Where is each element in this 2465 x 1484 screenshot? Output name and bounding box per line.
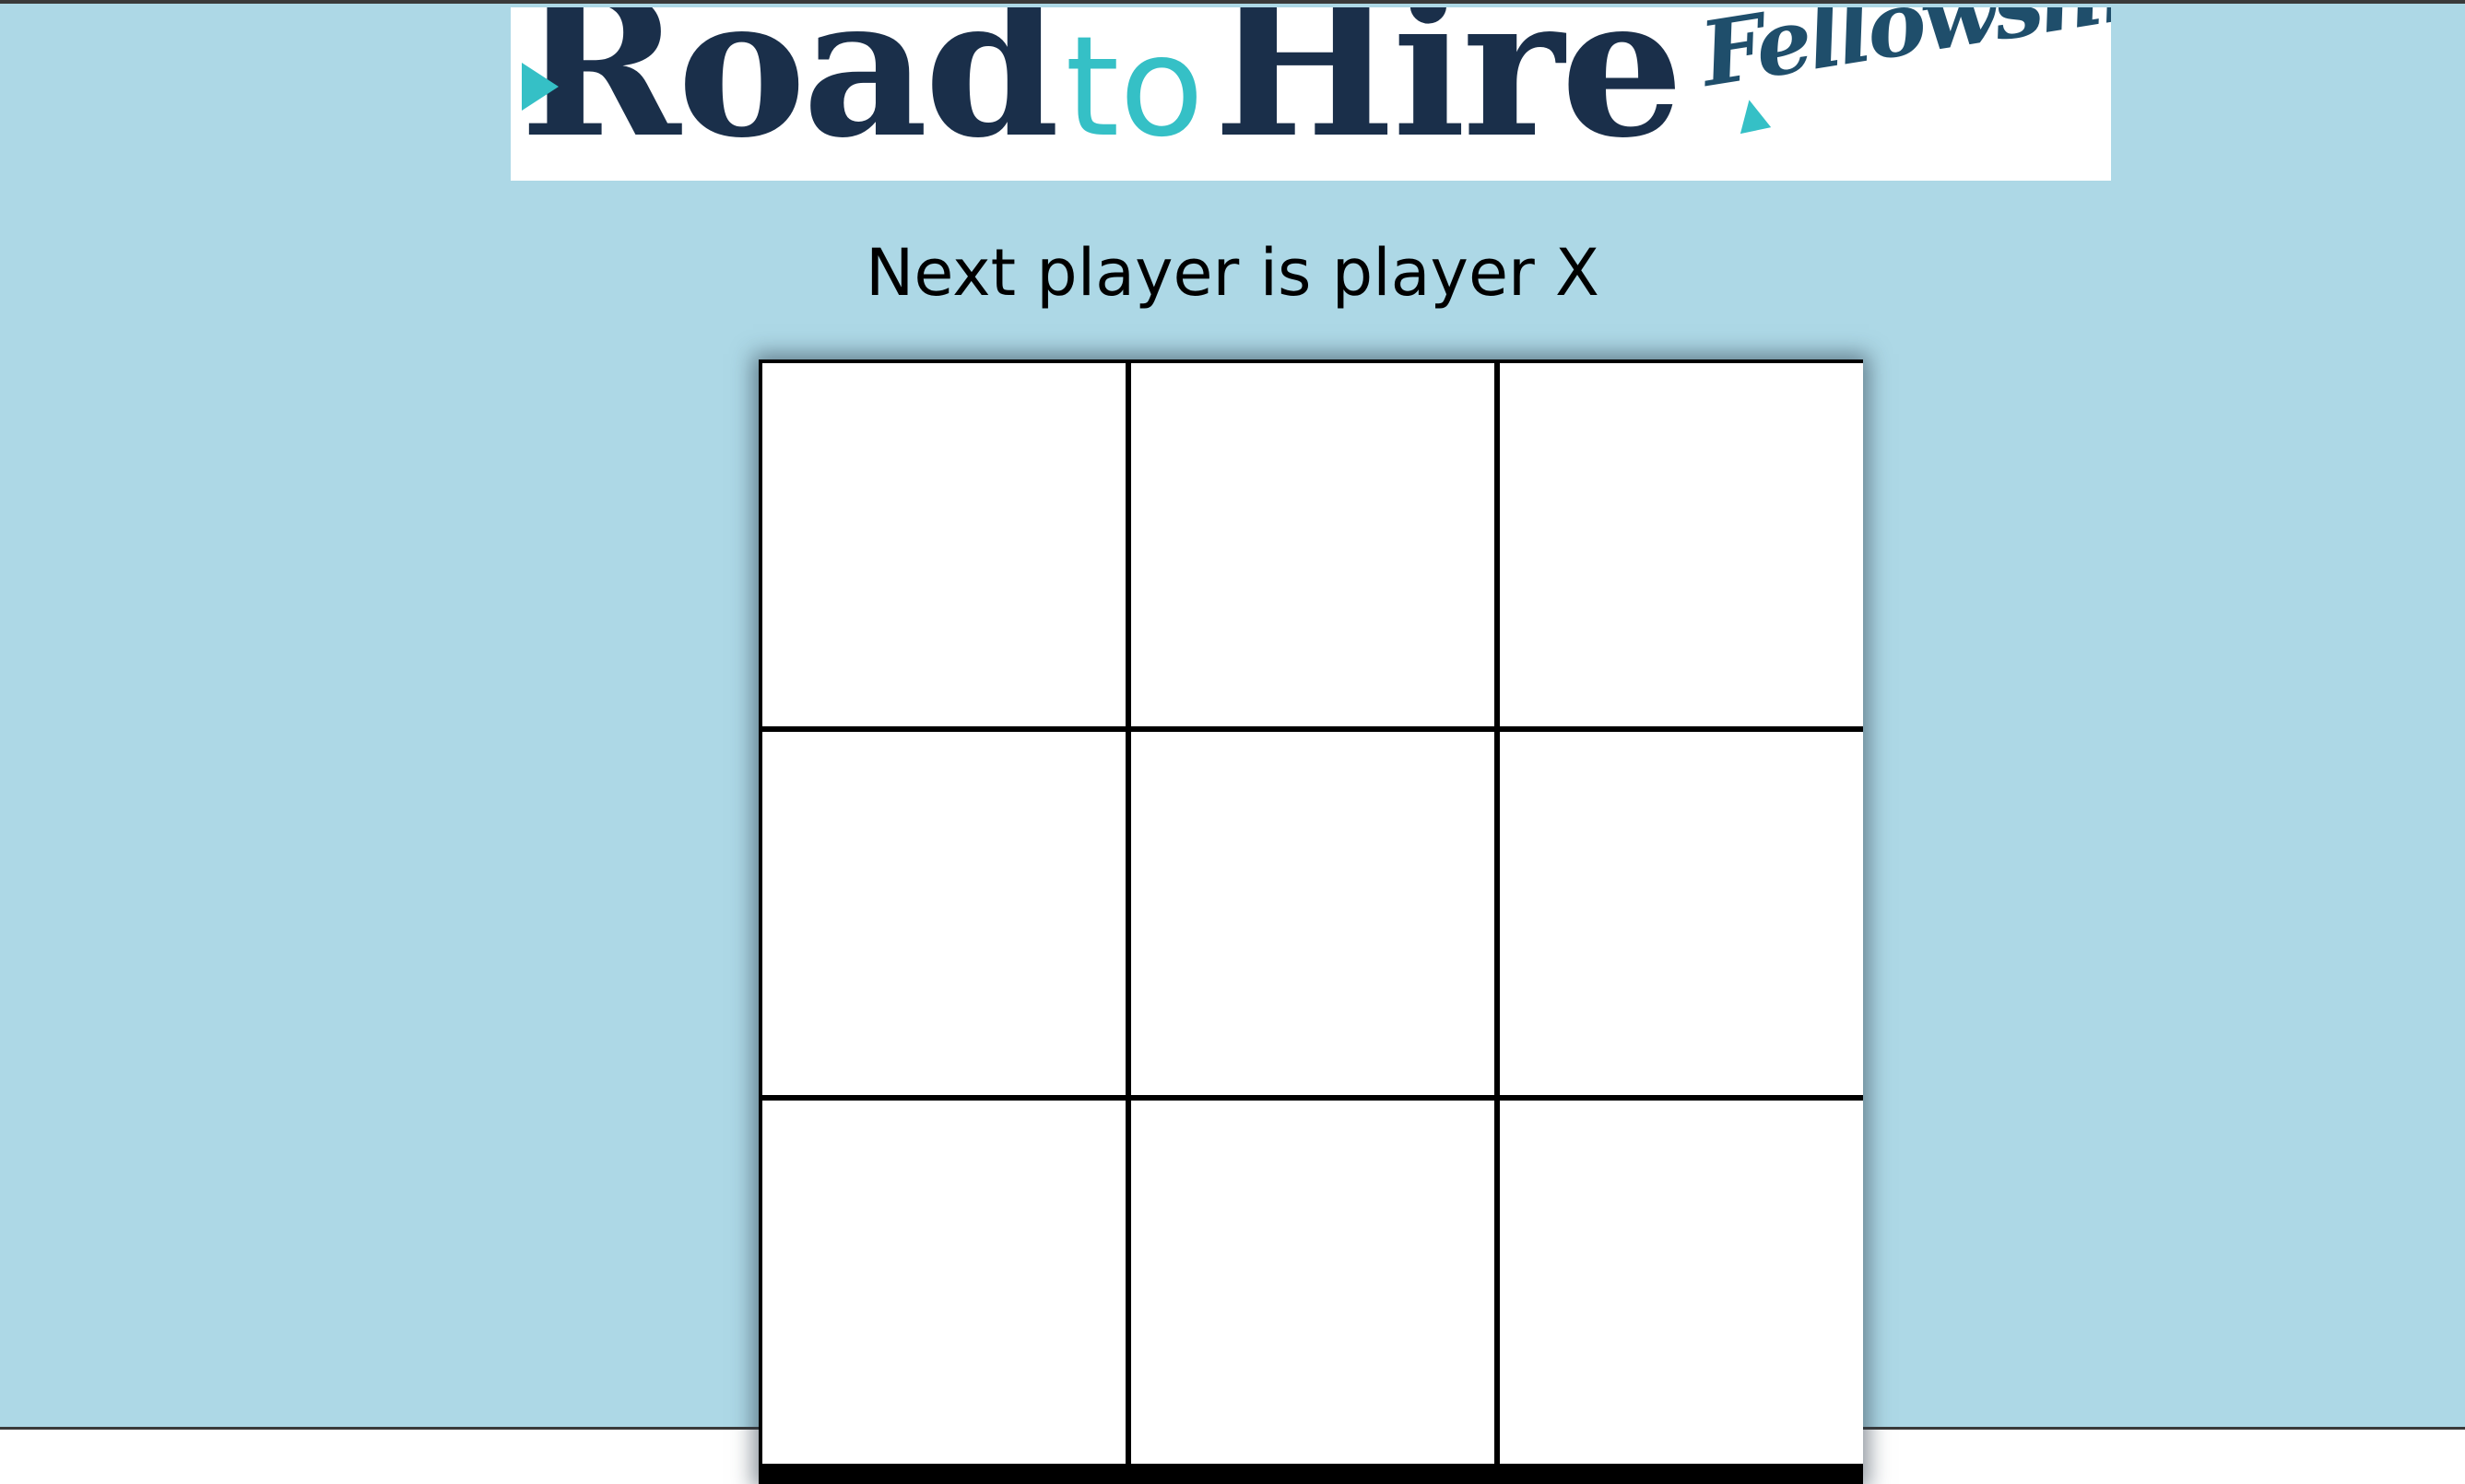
logo-fellowships-script: Fellowships xyxy=(1693,7,2111,107)
page: RoadtoHire Fellowships Next player is pl… xyxy=(0,0,2465,1484)
square-6[interactable] xyxy=(1500,732,1863,1095)
logo-accent-triangle-icon xyxy=(1733,96,1772,135)
logo-play-triangle-icon xyxy=(522,63,559,111)
square-5[interactable] xyxy=(1131,732,1494,1095)
square-4[interactable] xyxy=(762,732,1126,1095)
logo-word-to: to xyxy=(1065,7,1205,168)
square-1[interactable] xyxy=(762,363,1126,726)
square-2[interactable] xyxy=(1131,363,1494,726)
tic-tac-toe-board xyxy=(759,359,1863,1484)
logo-word-road: Road xyxy=(520,7,1059,181)
game-status: Next player is player X xyxy=(865,235,1600,311)
square-9[interactable] xyxy=(1500,1101,1863,1464)
road-to-hire-fellowships-logo: RoadtoHire Fellowships xyxy=(511,7,2111,181)
square-7[interactable] xyxy=(762,1101,1126,1464)
square-8[interactable] xyxy=(1131,1101,1494,1464)
square-3[interactable] xyxy=(1500,363,1863,726)
logo-word-hire: Hire xyxy=(1213,7,1683,181)
logo-wordmark: RoadtoHire xyxy=(520,7,1684,164)
